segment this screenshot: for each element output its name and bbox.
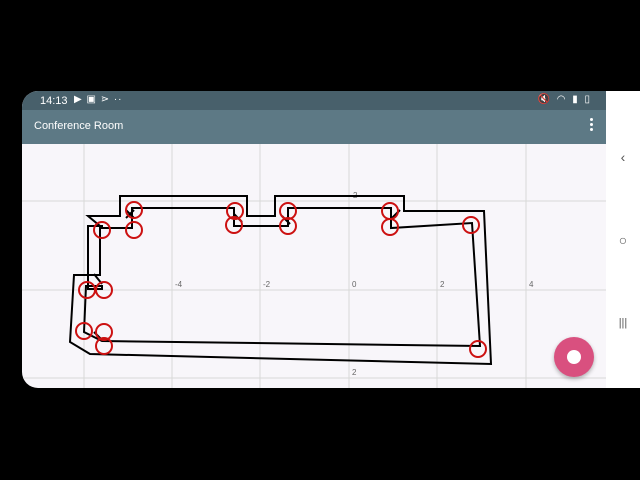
record-icon	[567, 350, 581, 364]
status-bar: 14:13 ▶ ▣ ⋗ ·· 🔇 ◠ ▮ ▯	[22, 91, 606, 110]
status-time: 14:13	[40, 95, 68, 107]
corner-marker[interactable]	[93, 221, 111, 239]
navigation-bar: ‹ ○ |||	[606, 91, 640, 388]
record-button[interactable]	[554, 337, 594, 377]
phone-screen: 14:13 ▶ ▣ ⋗ ·· 🔇 ◠ ▮ ▯ Conference Room -…	[22, 91, 640, 388]
room-outline-inner	[82, 207, 482, 348]
axis-label-x: -2	[263, 280, 271, 289]
recents-icon[interactable]: |||	[614, 314, 632, 332]
floorplan-svg: -4 -2 0 2 4 2 2	[22, 144, 606, 388]
home-icon[interactable]: ○	[614, 231, 632, 249]
overflow-menu-icon[interactable]	[586, 118, 596, 136]
axis-label-x: 0	[352, 280, 357, 289]
back-icon[interactable]: ‹	[614, 148, 632, 166]
corner-marker[interactable]	[462, 216, 480, 234]
corner-marker[interactable]	[469, 340, 487, 358]
app-title: Conference Room	[34, 120, 124, 132]
app-bar: Conference Room	[22, 110, 606, 144]
notification-icons: ▶ ▣ ⋗ ··	[74, 94, 123, 105]
system-status-icons: 🔇 ◠ ▮ ▯	[537, 94, 592, 105]
axis-label-x: -4	[175, 280, 183, 289]
axis-label-y: 2	[352, 368, 357, 377]
axis-label-x: 4	[529, 280, 534, 289]
corner-marker[interactable]	[125, 221, 143, 239]
axis-label-x: 2	[440, 280, 445, 289]
floorplan-canvas[interactable]: -4 -2 0 2 4 2 2	[22, 144, 606, 388]
